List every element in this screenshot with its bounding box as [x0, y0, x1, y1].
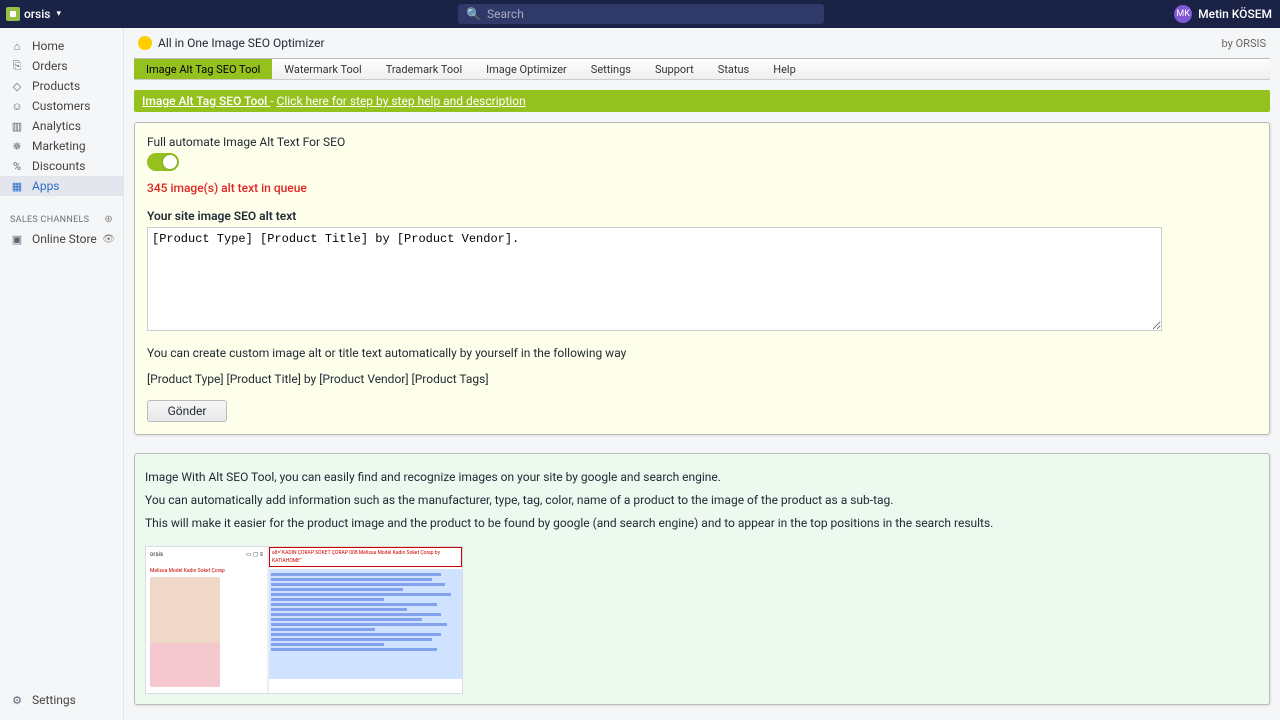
label: Settings — [32, 693, 76, 707]
shopify-logo-icon — [6, 7, 20, 21]
shop-name[interactable]: orsis — [24, 7, 50, 21]
content: All in One Image SEO Optimizer by ORSIS … — [124, 28, 1280, 720]
home-icon: ⌂ — [10, 39, 24, 53]
view-store-icon[interactable]: 👁 — [102, 234, 115, 245]
search-input[interactable]: 🔍 Search — [458, 4, 824, 24]
label: Analytics — [32, 119, 81, 133]
sidebar-item-analytics[interactable]: ▥ Analytics — [0, 116, 123, 136]
top-bar: orsis ▾ 🔍 Search MK Metin KÖSEM — [0, 0, 1280, 28]
sidebar-item-apps[interactable]: ▦ Apps — [0, 176, 123, 196]
user-name[interactable]: Metin KÖSEM — [1198, 7, 1272, 21]
tab-image-optimizer[interactable]: Image Optimizer — [474, 59, 579, 79]
app-title: All in One Image SEO Optimizer — [158, 36, 325, 50]
orders-icon: ⎘ — [10, 59, 24, 73]
sidebar-item-home[interactable]: ⌂ Home — [0, 36, 123, 56]
sidebar-item-discounts[interactable]: % Discounts — [0, 156, 123, 176]
store-icon: ▣ — [10, 232, 24, 246]
automate-toggle[interactable] — [147, 153, 179, 171]
info-p2: You can automatically add information su… — [145, 491, 1259, 510]
label: Marketing — [32, 139, 86, 153]
add-channel-icon[interactable]: ⊕ — [104, 214, 113, 225]
label: Discounts — [32, 159, 85, 173]
search-icon: 🔍 — [466, 7, 481, 21]
info-p3: This will make it easier for the product… — [145, 514, 1259, 533]
chevron-down-icon[interactable]: ▾ — [56, 9, 61, 19]
textarea-label: Your site image SEO alt text — [147, 209, 1257, 223]
seo-panel: Full automate Image Alt Text For SEO 345… — [134, 122, 1270, 435]
sidebar-item-products[interactable]: ◇ Products — [0, 76, 123, 96]
alt-text-input[interactable] — [147, 227, 1162, 331]
sidebar-bottom: ⚙ Settings — [0, 690, 123, 710]
tab-watermark[interactable]: Watermark Tool — [272, 59, 373, 79]
gear-icon: ⚙ — [10, 693, 24, 707]
sample-screenshot: orsis▭ ◻ ≡ Melissa Model Kadın Soket Çor… — [145, 546, 463, 694]
tab-trademark[interactable]: Trademark Tool — [374, 59, 474, 79]
sidebar-item-customers[interactable]: ☺ Customers — [0, 96, 123, 116]
tab-help[interactable]: Help — [761, 59, 808, 79]
sidebar: ⌂ Home ⎘ Orders ◇ Products ☺ Customers ▥ Anal… — [0, 28, 124, 720]
label: Customers — [32, 99, 90, 113]
banner-help-link[interactable]: Click here for step by step help and des… — [277, 94, 526, 108]
label: Orders — [32, 59, 68, 73]
app-byline: by ORSIS — [1222, 37, 1266, 50]
tab-support[interactable]: Support — [643, 59, 706, 79]
app-tabs: Image Alt Tag SEO Tool Watermark Tool Tr… — [134, 58, 1270, 80]
queue-status: 345 image(s) alt text in queue — [147, 181, 1257, 195]
info-panel: Image With Alt SEO Tool, you can easily … — [134, 453, 1270, 705]
tab-status[interactable]: Status — [706, 59, 761, 79]
analytics-icon: ▥ — [10, 119, 24, 133]
label: Home — [32, 39, 64, 53]
nav-primary: ⌂ Home ⎘ Orders ◇ Products ☺ Customers ▥ Anal… — [0, 36, 123, 196]
sidebar-item-settings[interactable]: ⚙ Settings — [0, 690, 123, 710]
tab-image-alt-tag[interactable]: Image Alt Tag SEO Tool — [134, 59, 272, 79]
label: Online Store — [32, 232, 97, 246]
customers-icon: ☺ — [10, 99, 24, 113]
products-icon: ◇ — [10, 79, 24, 93]
submit-button[interactable]: Gönder — [147, 400, 227, 422]
avatar[interactable]: MK — [1174, 5, 1192, 23]
app-header: All in One Image SEO Optimizer by ORSIS — [134, 28, 1270, 58]
discounts-icon: % — [10, 159, 24, 173]
sidebar-section-sales-channels: SALES CHANNELS ⊕ — [0, 196, 123, 229]
section-label: SALES CHANNELS — [10, 215, 89, 225]
sidebar-item-online-store[interactable]: ▣ Online Store 👁 — [0, 229, 123, 249]
tab-settings[interactable]: Settings — [579, 59, 643, 79]
topbar-left: orsis ▾ — [0, 7, 61, 21]
template-line: [Product Type] [Product Title] by [Produ… — [147, 372, 1257, 386]
topbar-right: MK Metin KÖSEM — [1174, 5, 1272, 23]
search-placeholder: Search — [487, 7, 524, 21]
sidebar-item-marketing[interactable]: ✵ Marketing — [0, 136, 123, 156]
info-p1: Image With Alt SEO Tool, you can easily … — [145, 468, 1259, 487]
banner-title: Image Alt Tag SEO Tool — [142, 94, 270, 108]
help-banner: Image Alt Tag SEO Tool - Click here for … — [134, 90, 1270, 112]
toggle-label: Full automate Image Alt Text For SEO — [147, 135, 1257, 149]
bulb-icon — [138, 36, 152, 50]
marketing-icon: ✵ — [10, 139, 24, 153]
label: Products — [32, 79, 80, 93]
apps-icon: ▦ — [10, 179, 24, 193]
label: Apps — [32, 179, 60, 193]
sidebar-item-orders[interactable]: ⎘ Orders — [0, 56, 123, 76]
hint-line: You can create custom image alt or title… — [147, 346, 1257, 360]
